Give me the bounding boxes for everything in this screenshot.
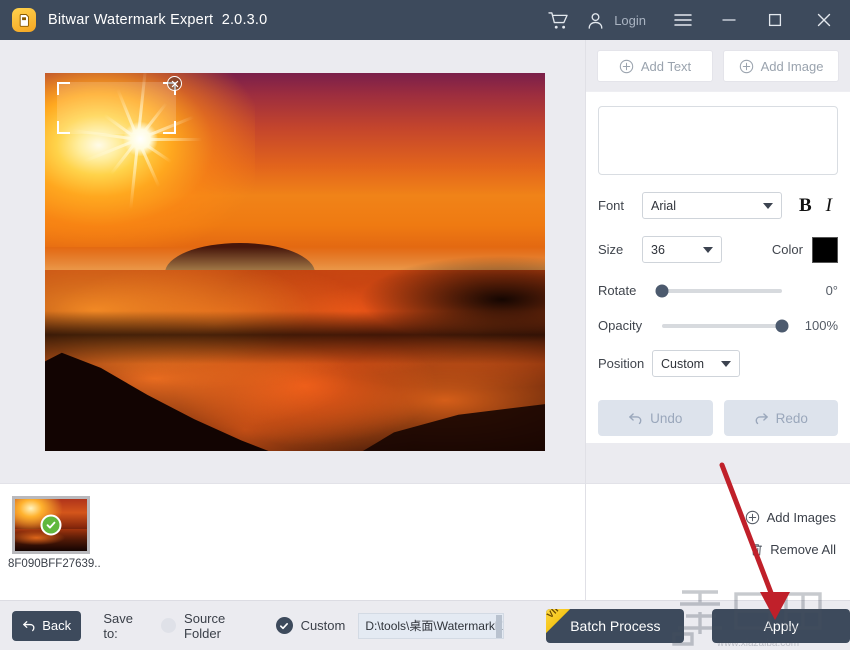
apply-label: Apply bbox=[764, 618, 799, 634]
watermark-settings-panel: Add Text Add Image Font Arial B I bbox=[585, 40, 850, 483]
bottom-toolbar: Back Save to: Source Folder Custom D:\to… bbox=[0, 600, 850, 650]
rotate-slider-handle[interactable] bbox=[656, 284, 669, 297]
remove-all-button[interactable]: Remove All bbox=[750, 542, 836, 557]
font-label: Font bbox=[598, 198, 642, 213]
title-bar-controls: Login bbox=[536, 0, 850, 40]
maximize-icon[interactable] bbox=[752, 0, 798, 40]
watermark-text-input[interactable] bbox=[598, 106, 838, 175]
hamburger-menu-icon[interactable] bbox=[660, 0, 706, 40]
undo-arrow-icon bbox=[628, 411, 643, 425]
undo-button[interactable]: Undo bbox=[598, 400, 713, 436]
chevron-down-icon bbox=[721, 361, 731, 367]
path-scrollbar[interactable] bbox=[496, 615, 502, 639]
login-button[interactable]: Login bbox=[580, 0, 660, 40]
editor-canvas-area bbox=[0, 40, 585, 483]
title-bar: Bitwar Watermark Expert 2.0.3.0 Login bbox=[0, 0, 850, 40]
add-text-button[interactable]: Add Text bbox=[597, 50, 713, 82]
add-text-label: Add Text bbox=[641, 59, 691, 74]
add-watermark-row: Add Text Add Image bbox=[586, 40, 850, 82]
checkmark-icon bbox=[41, 515, 62, 536]
rotate-label: Rotate bbox=[598, 283, 652, 298]
save-path-input[interactable]: D:\tools\桌面\WatermarkE bbox=[358, 613, 504, 639]
preview-image[interactable] bbox=[45, 73, 545, 451]
plus-circle-icon bbox=[619, 59, 634, 74]
list-item[interactable] bbox=[12, 496, 90, 554]
size-label: Size bbox=[598, 242, 642, 257]
redo-label: Redo bbox=[776, 411, 808, 426]
back-arrow-icon bbox=[22, 619, 36, 632]
history-buttons: Undo Redo bbox=[598, 400, 838, 436]
chevron-down-icon bbox=[763, 203, 773, 209]
font-select[interactable]: Arial bbox=[642, 192, 782, 219]
plus-circle-icon bbox=[745, 510, 760, 525]
add-images-label: Add Images bbox=[767, 510, 836, 525]
opacity-label: Opacity bbox=[598, 318, 652, 333]
save-path-value: D:\tools\桌面\WatermarkE bbox=[365, 617, 503, 634]
corner-handle-icon[interactable] bbox=[57, 121, 70, 134]
back-button[interactable]: Back bbox=[12, 611, 81, 641]
italic-toggle[interactable]: I bbox=[826, 195, 832, 217]
redo-arrow-icon bbox=[754, 411, 769, 425]
app-title: Bitwar Watermark Expert 2.0.3.0 bbox=[48, 12, 267, 28]
position-select[interactable]: Custom bbox=[652, 350, 740, 377]
rotate-value: 0° bbox=[792, 283, 838, 298]
minimize-icon[interactable] bbox=[706, 0, 752, 40]
thumbnail-strip: 8F090BFF27639... bbox=[0, 483, 585, 600]
position-row: Position Custom bbox=[598, 350, 838, 377]
bold-toggle[interactable]: B bbox=[799, 195, 812, 217]
color-swatch[interactable] bbox=[812, 237, 838, 263]
batch-process-label: Batch Process bbox=[570, 618, 660, 634]
font-value: Arial bbox=[651, 199, 676, 213]
size-value: 36 bbox=[651, 243, 665, 257]
opacity-slider[interactable] bbox=[662, 324, 782, 328]
corner-handle-icon[interactable] bbox=[163, 121, 176, 134]
trash-icon bbox=[750, 543, 763, 557]
app-version: 2.0.3.0 bbox=[222, 12, 268, 28]
source-folder-label[interactable]: Source Folder bbox=[184, 611, 261, 641]
opacity-value: 100% bbox=[792, 318, 838, 333]
apply-button[interactable]: Apply bbox=[712, 609, 850, 643]
rotate-slider[interactable] bbox=[662, 289, 782, 293]
remove-all-label: Remove All bbox=[770, 542, 836, 557]
add-image-button[interactable]: Add Image bbox=[723, 50, 839, 82]
app-logo-icon bbox=[12, 8, 36, 32]
text-style-buttons: B I bbox=[799, 195, 838, 217]
app-name: Bitwar Watermark Expert bbox=[48, 12, 213, 28]
custom-radio[interactable] bbox=[276, 617, 293, 634]
chevron-down-icon bbox=[703, 247, 713, 253]
shopping-cart-icon[interactable] bbox=[536, 0, 580, 40]
close-icon[interactable] bbox=[798, 0, 850, 40]
size-color-row: Size 36 Color bbox=[598, 236, 838, 263]
add-image-label: Add Image bbox=[761, 59, 824, 74]
custom-label[interactable]: Custom bbox=[301, 618, 346, 633]
login-label: Login bbox=[614, 13, 646, 28]
save-to-label: Save to: bbox=[103, 611, 148, 641]
thumbnail-filename: 8F090BFF27639... bbox=[8, 558, 100, 570]
opacity-slider-handle[interactable] bbox=[776, 319, 789, 332]
undo-label: Undo bbox=[650, 411, 682, 426]
source-folder-radio[interactable] bbox=[161, 618, 176, 633]
batch-process-button[interactable]: VIP Batch Process bbox=[546, 609, 684, 643]
selection-close-icon[interactable] bbox=[167, 76, 182, 91]
user-account-icon bbox=[580, 11, 610, 30]
back-label: Back bbox=[42, 618, 71, 633]
file-actions-panel: Add Images Remove All bbox=[585, 483, 850, 600]
color-label: Color bbox=[772, 242, 812, 257]
rotate-row: Rotate 0° bbox=[598, 283, 838, 298]
add-images-button[interactable]: Add Images bbox=[745, 510, 836, 525]
opacity-row: Opacity 100% bbox=[598, 318, 838, 333]
watermark-form: Font Arial B I Size 36 Color Rotate bbox=[586, 91, 850, 443]
corner-handle-icon[interactable] bbox=[57, 82, 70, 95]
redo-button[interactable]: Redo bbox=[724, 400, 839, 436]
position-label: Position bbox=[598, 356, 652, 371]
size-select[interactable]: 36 bbox=[642, 236, 722, 263]
plus-circle-icon bbox=[739, 59, 754, 74]
font-row: Font Arial B I bbox=[598, 192, 838, 219]
position-value: Custom bbox=[661, 357, 704, 371]
watermark-selection-box[interactable] bbox=[57, 82, 176, 134]
